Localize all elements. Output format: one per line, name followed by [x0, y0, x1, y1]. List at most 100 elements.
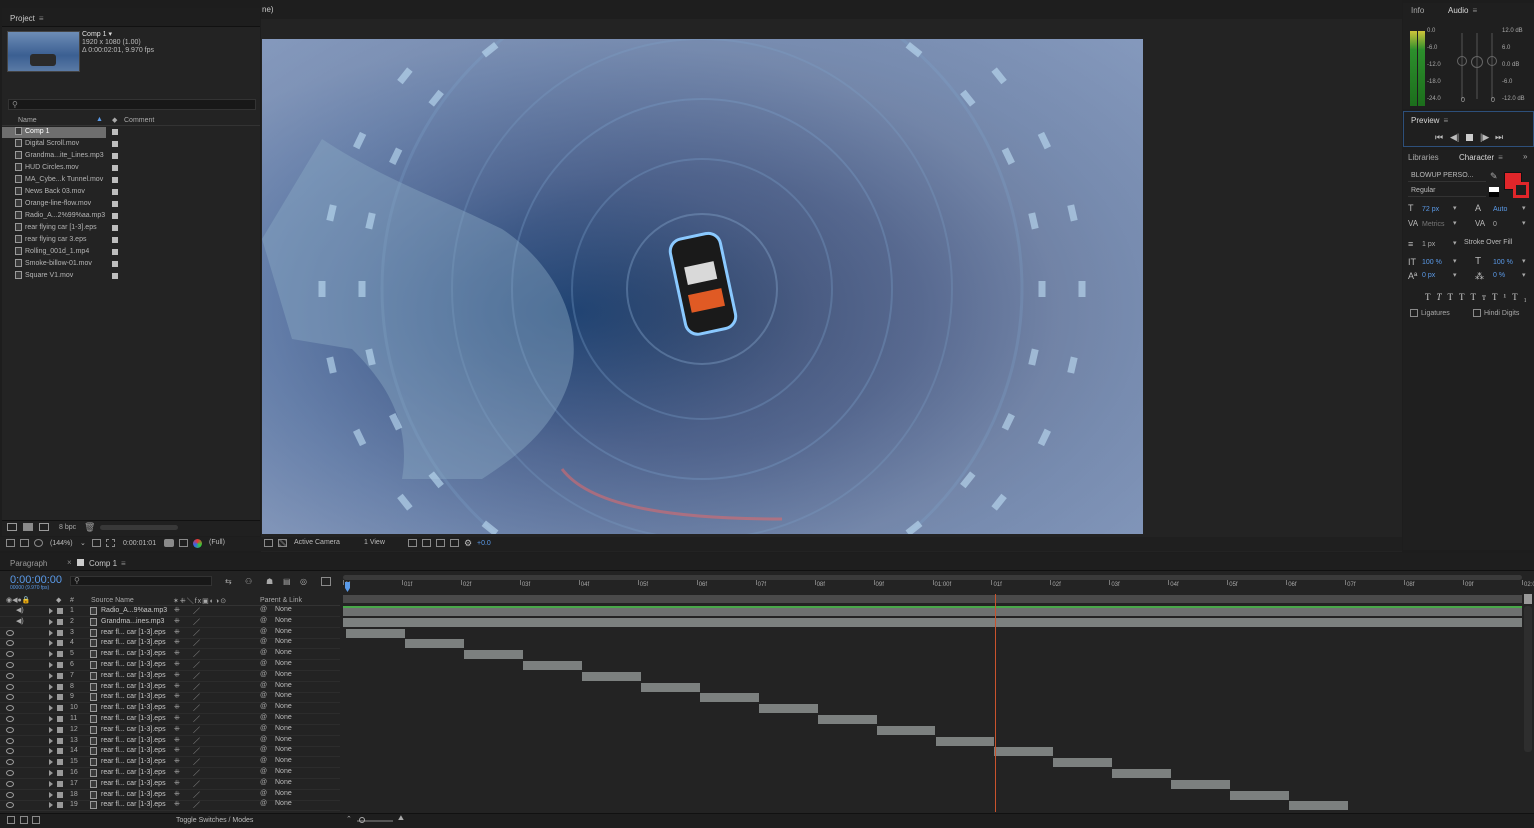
- stroke-width-value[interactable]: 1 px: [1422, 241, 1435, 248]
- label-color-swatch[interactable]: [57, 759, 63, 766]
- parent-dropdown[interactable]: None: [272, 757, 328, 766]
- layer-duration-bar[interactable]: [1053, 758, 1113, 768]
- chevron-down-icon[interactable]: ▾: [1453, 257, 1457, 265]
- parent-dropdown[interactable]: None: [272, 692, 328, 701]
- quality-switch-icon[interactable]: ／: [193, 714, 200, 724]
- label-color-swatch[interactable]: [57, 770, 63, 776]
- toggle-switches-modes-button[interactable]: Toggle Switches / Modes: [176, 817, 253, 824]
- faux-italic-button[interactable]: T: [1437, 292, 1448, 302]
- quality-switch-icon[interactable]: ／: [193, 628, 200, 638]
- shy-switch-icon[interactable]: ⁜: [174, 692, 180, 700]
- layer-row[interactable]: 9 rear fl... car [1-3].eps ⁜ ／ @ None: [0, 692, 340, 704]
- stroke-color-swatch[interactable]: [1513, 182, 1529, 198]
- pickwhip-icon[interactable]: @: [260, 714, 267, 721]
- expand-arrow-icon[interactable]: [49, 608, 53, 614]
- speaker-icon[interactable]: ◀): [16, 617, 24, 625]
- shy-switch-icon[interactable]: ⁜: [174, 617, 180, 625]
- region-of-interest-icon[interactable]: [264, 539, 273, 547]
- comp-name[interactable]: Comp 1 ▾: [82, 31, 154, 39]
- current-time-indicator[interactable]: [995, 594, 997, 812]
- project-item[interactable]: Radio_A...2%99%aa.mp3: [2, 211, 260, 222]
- layer-duration-bar[interactable]: [699, 693, 759, 703]
- quality-switch-icon[interactable]: ／: [193, 703, 200, 713]
- parent-dropdown[interactable]: None: [272, 768, 328, 777]
- stop-icon[interactable]: [1466, 134, 1473, 141]
- label-color-swatch[interactable]: [57, 791, 63, 798]
- label-color-swatch[interactable]: [57, 672, 63, 679]
- composition-canvas[interactable]: [262, 39, 1143, 534]
- camera-view-dropdown[interactable]: Active Camera: [291, 538, 355, 549]
- shy-switch-icon[interactable]: ⁜: [174, 714, 180, 722]
- quality-switch-icon[interactable]: ／: [193, 671, 200, 681]
- visibility-eye-icon[interactable]: [6, 791, 14, 798]
- layer-row[interactable]: 8 rear fl... car [1-3].eps ⁜ ／ @ None: [0, 682, 340, 693]
- visibility-eye-icon[interactable]: [6, 640, 14, 647]
- visibility-eye-icon[interactable]: [6, 737, 14, 744]
- label-color-swatch[interactable]: [57, 629, 63, 636]
- quality-switch-icon[interactable]: ／: [193, 800, 200, 810]
- chevron-down-icon[interactable]: ▾: [1522, 257, 1526, 265]
- time-ruler[interactable]: 0f01f02f03f04f05f06f07f08f09f01:00f01f02…: [343, 580, 1534, 594]
- new-folder-icon[interactable]: [23, 523, 33, 531]
- next-frame-icon[interactable]: |▶: [1480, 132, 1489, 143]
- layer-row[interactable]: ◀) 1 Radio_A...9%aa.mp3 ⁜ ／ @ None: [0, 606, 340, 617]
- project-search-input[interactable]: ⚲: [8, 99, 256, 110]
- label-color-swatch[interactable]: [57, 748, 63, 755]
- visibility-eye-icon[interactable]: [6, 802, 14, 809]
- quality-switch-icon[interactable]: ／: [193, 768, 200, 778]
- expand-arrow-icon[interactable]: [49, 651, 53, 658]
- label-color-swatch[interactable]: [57, 640, 63, 647]
- work-area-end-icon[interactable]: [1524, 594, 1532, 604]
- expand-arrow-icon[interactable]: [49, 791, 53, 798]
- project-item[interactable]: Orange-line-flow.mov: [2, 199, 260, 210]
- comment-column-header[interactable]: Comment: [124, 117, 154, 124]
- parent-dropdown[interactable]: None: [272, 714, 328, 723]
- character-tab[interactable]: Character ≡: [1459, 153, 1503, 162]
- shy-switch-icon[interactable]: ⁜: [174, 649, 180, 657]
- layer-duration-bar[interactable]: [522, 661, 582, 670]
- layer-row[interactable]: 13 rear fl... car [1-3].eps ⁜ ／ @ None: [0, 736, 340, 747]
- current-time-display[interactable]: 0:00:01:01: [123, 540, 156, 547]
- chevron-down-icon[interactable]: ▾: [1453, 271, 1457, 279]
- layer-duration-bar[interactable]: [876, 725, 936, 735]
- expand-arrow-icon[interactable]: [49, 770, 53, 776]
- layer-row[interactable]: ◀) 2 Grandma...ines.mp3 ⁜ ／ @ None: [0, 617, 340, 628]
- pickwhip-icon[interactable]: @: [260, 606, 267, 613]
- pickwhip-icon[interactable]: @: [260, 746, 267, 753]
- panel-menu-icon[interactable]: ≡: [121, 559, 126, 568]
- visibility-eye-icon[interactable]: [6, 662, 14, 668]
- show-snapshot-icon[interactable]: [179, 539, 188, 547]
- label-color-swatch[interactable]: [57, 705, 63, 712]
- shy-switch-icon[interactable]: ⁜: [174, 638, 180, 646]
- pickwhip-icon[interactable]: @: [260, 779, 267, 786]
- shy-switch-icon[interactable]: ⁜: [174, 768, 180, 776]
- shy-switch-icon[interactable]: ⁜: [174, 606, 180, 614]
- label-column-icon[interactable]: ◆: [112, 116, 117, 124]
- layer-duration-bar[interactable]: [1230, 790, 1290, 800]
- layer-duration-bar[interactable]: [817, 715, 877, 724]
- expand-in-out-icon[interactable]: [32, 816, 40, 824]
- label-color-swatch[interactable]: [112, 273, 118, 279]
- quality-switch-icon[interactable]: ／: [193, 606, 200, 616]
- panel-menu-icon[interactable]: ≡: [1498, 153, 1503, 162]
- pickwhip-icon[interactable]: @: [260, 682, 267, 689]
- layer-row[interactable]: 15 rear fl... car [1-3].eps ⁜ ／ @ None: [0, 757, 340, 769]
- toggle-pixel-icon[interactable]: [408, 539, 417, 547]
- font-family-dropdown[interactable]: BLOWUP PERSO...: [1408, 171, 1486, 182]
- quality-switch-icon[interactable]: ／: [193, 660, 200, 670]
- quality-switch-icon[interactable]: ／: [193, 692, 200, 702]
- shy-switch-icon[interactable]: ⁜: [174, 660, 180, 668]
- visibility-eye-icon[interactable]: [6, 759, 14, 766]
- expand-arrow-icon[interactable]: [49, 618, 53, 625]
- shy-switch-icon[interactable]: ⁜: [174, 746, 180, 754]
- parent-dropdown[interactable]: None: [272, 746, 328, 755]
- label-color-swatch[interactable]: [57, 780, 63, 787]
- project-item[interactable]: rear flying car 3.eps: [2, 235, 260, 246]
- shy-switch-icon[interactable]: ⁜: [174, 757, 180, 765]
- label-color-swatch[interactable]: [57, 651, 63, 658]
- layer-row[interactable]: 11 rear fl... car [1-3].eps ⁜ ／ @ None: [0, 714, 340, 725]
- black-white-swatch[interactable]: [1489, 187, 1499, 197]
- shy-switch-icon[interactable]: ⁜: [174, 800, 180, 808]
- visibility-eye-icon[interactable]: [6, 726, 14, 733]
- parent-dropdown[interactable]: None: [272, 790, 328, 799]
